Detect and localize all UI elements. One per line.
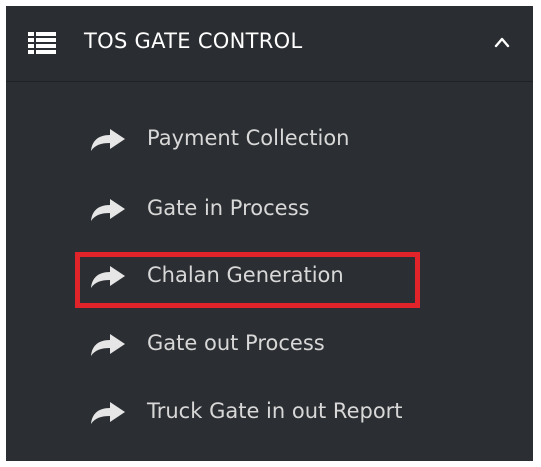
share-arrow-icon — [91, 199, 125, 221]
chevron-up-icon[interactable] — [494, 36, 510, 48]
section-header-tos-gate-control[interactable]: TOS GATE CONTROL — [6, 6, 533, 82]
share-arrow-icon — [91, 334, 125, 356]
menu-item-gate-out-process[interactable]: Gate out Process — [80, 322, 460, 368]
menu-item-label: Gate out Process — [147, 331, 325, 355]
list-icon — [28, 32, 56, 54]
menu-item-label: Payment Collection — [147, 126, 350, 150]
share-arrow-icon — [91, 129, 125, 151]
menu-item-label: Chalan Generation — [147, 263, 344, 287]
menu-item-chalan-generation[interactable]: Chalan Generation — [80, 254, 460, 300]
share-arrow-icon — [91, 266, 125, 288]
menu-item-payment-collection[interactable]: Payment Collection — [80, 117, 460, 163]
menu-item-label: Truck Gate in out Report — [147, 399, 403, 423]
share-arrow-icon — [91, 402, 125, 424]
screenshot-frame: TOS GATE CONTROL Payment Collection Gate… — [0, 0, 541, 467]
menu-item-label: Gate in Process — [147, 196, 310, 220]
menu-item-gate-in-process[interactable]: Gate in Process — [80, 187, 460, 233]
sidebar-menu: TOS GATE CONTROL Payment Collection Gate… — [6, 6, 533, 461]
menu-item-truck-gate-in-out-report[interactable]: Truck Gate in out Report — [80, 390, 460, 436]
section-title: TOS GATE CONTROL — [84, 29, 303, 53]
